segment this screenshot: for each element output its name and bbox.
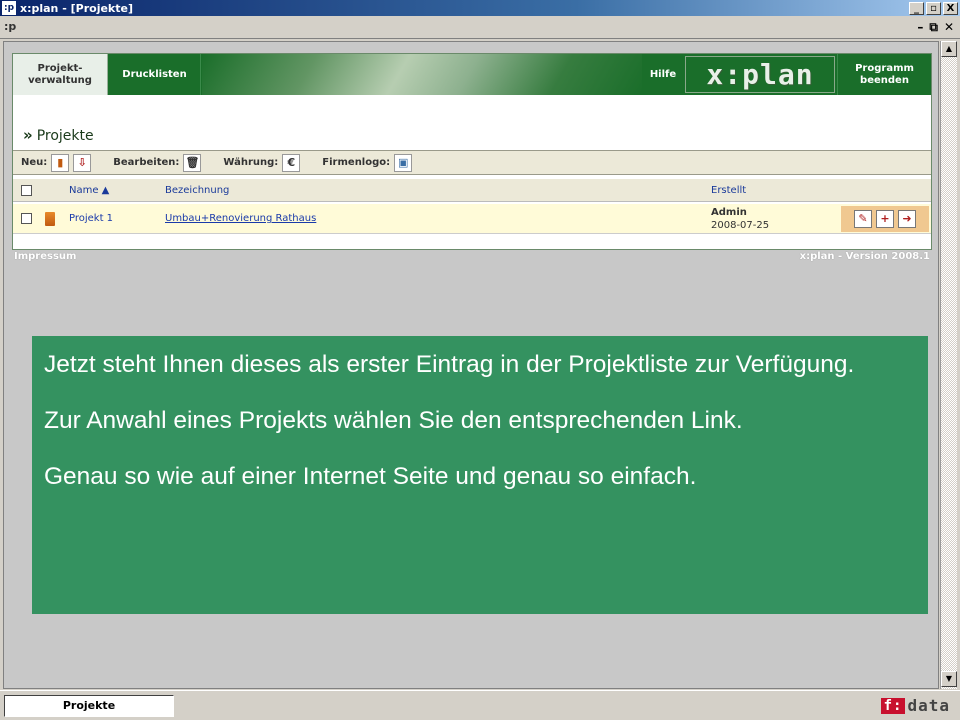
tutorial-overlay: Jetzt steht Ihnen dieses als erster Eint… [32,336,928,614]
main-nav: Projekt- verwaltung Drucklisten Hilfe x:… [13,54,931,95]
mdi-app-icon: :p [4,20,17,33]
project-icon [45,212,55,226]
scroll-down-icon[interactable]: ▼ [941,671,957,687]
nav-hilfe[interactable]: Hilfe [643,54,683,95]
page-title-text: Projekte [36,128,94,144]
fdata-logo-mark: f: [880,697,906,714]
row-checkbox[interactable] [21,213,32,224]
mdi-bar: :p – ⧉ ✕ [0,17,960,39]
close-button[interactable]: X [943,1,958,15]
overlay-paragraph-2: Zur Anwahl eines Projekts wählen Sie den… [44,407,743,434]
export-icon[interactable]: ➜ [898,210,916,228]
version-label: x:plan - Version 2008.1 [799,251,930,262]
label-bearbeiten: Bearbeiten: [113,157,180,168]
vertical-scrollbar[interactable]: ▲ ▼ [940,41,957,689]
header-bezeichnung[interactable]: Bezeichnung [165,185,229,196]
xplan-logo: x:plan [685,56,835,93]
maximize-button[interactable]: ▫ [926,1,941,15]
trash-icon[interactable]: 🗑 [183,153,202,172]
image-icon[interactable]: ▣ [394,153,413,172]
table-header: Name ▲ Bezeichnung Erstellt [13,179,931,202]
heading-arrow-icon: » [23,126,33,144]
row-actions: ✎ + ➜ [841,206,929,232]
header-erstellt[interactable]: Erstellt [711,185,746,196]
mdi-minimize-button[interactable]: – [917,20,923,35]
minimize-button[interactable]: _ [909,1,924,15]
add-icon[interactable]: + [876,210,894,228]
created-by: Admin [711,207,747,218]
page-title: » Projekte [23,126,94,144]
new-project-icon[interactable]: ▮ [51,153,70,172]
label-waehrung: Währung: [223,157,279,168]
taskbar-tab-projekte[interactable]: Projekte [4,695,174,717]
app-frame: Projekt- verwaltung Drucklisten Hilfe x:… [12,53,932,250]
nav-drucklisten[interactable]: Drucklisten [109,54,201,95]
nav-projektverwaltung[interactable]: Projekt- verwaltung [13,54,108,95]
taskbar: Projekte f: data [0,690,960,720]
mdi-restore-button[interactable]: ⧉ [929,20,938,35]
created-date: 2008-07-25 [711,220,770,231]
header-name[interactable]: Name ▲ [69,185,109,196]
import-project-icon[interactable]: ⇩ [73,153,92,172]
impressum-link[interactable]: Impressum [14,251,76,262]
window-controls: _ ▫ X [909,1,958,15]
edit-icon[interactable]: ✎ [854,210,872,228]
fdata-logo: f: data [880,696,950,715]
label-firmenlogo: Firmenlogo: [322,157,391,168]
nav-banner-image [202,54,642,95]
app-icon: :p [2,1,16,15]
scroll-up-icon[interactable]: ▲ [941,41,957,57]
table-row: Projekt 1 Umbau+Renovierung Rathaus Admi… [13,204,931,234]
window-titlebar: :p x:plan - [Projekte] _ ▫ X [0,0,960,16]
project-description-link[interactable]: Umbau+Renovierung Rathaus [165,213,316,224]
mdi-controls: – ⧉ ✕ [917,20,954,35]
label-neu: Neu: [21,157,48,168]
overlay-paragraph-1: Jetzt steht Ihnen dieses als erster Eint… [44,351,855,378]
window-title: x:plan - [Projekte] [20,1,133,15]
fdata-logo-text: data [907,696,950,715]
euro-icon[interactable]: € [282,153,301,172]
mdi-close-button[interactable]: ✕ [944,20,954,35]
project-name-link[interactable]: Projekt 1 [69,213,113,224]
nav-programm-beenden[interactable]: Programm beenden [837,54,931,95]
toolbar: Neu: ▮ ⇩ Bearbeiten: 🗑 Währung: € Firmen… [13,150,931,175]
overlay-paragraph-3: Genau so wie auf einer Internet Seite un… [44,463,697,490]
select-all-checkbox[interactable] [21,185,32,196]
